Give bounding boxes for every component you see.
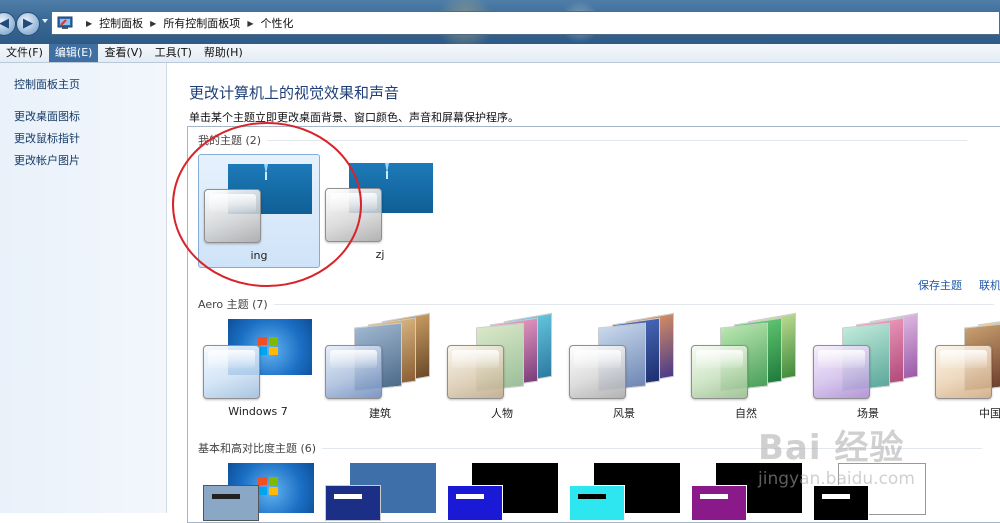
basic-themes-header-label: 基本和高对比度主题 (6) (198, 442, 317, 455)
theme-tile-architecture[interactable]: 建筑 (320, 312, 440, 429)
theme-window-color-swatch (935, 345, 992, 399)
aero-themes-header-label: Aero 主题 (7) (198, 298, 268, 311)
theme-tile-windows-7-basic[interactable] (198, 461, 318, 521)
theme-name: Windows 7 (228, 405, 288, 418)
theme-window-color-swatch (691, 485, 747, 521)
theme-tile-characters[interactable]: 人物 (442, 312, 562, 429)
menu-tools[interactable]: 工具(T) (149, 44, 198, 62)
page-title: 更改计算机上的视觉效果和声音 (189, 84, 400, 102)
change-desktop-icons-link[interactable]: 更改桌面图标 (14, 108, 80, 124)
page-subtitle: 单击某个主题立即更改桌面背景、窗口颜色、声音和屏幕保护程序。 (189, 111, 519, 124)
theme-window-color-swatch (203, 485, 259, 521)
window-titlebar: ◀ ▶ ▶ 控制面板 ▶ 所有控制面板项 ▶ 个性化 (0, 0, 1000, 44)
theme-tile-ing[interactable]: ing (198, 154, 320, 268)
theme-window-color-swatch (691, 345, 748, 399)
save-theme-link[interactable]: 保存主题 (918, 277, 962, 293)
control-panel-icon (57, 16, 73, 30)
theme-window-color-swatch (569, 485, 625, 521)
theme-tile-china[interactable]: 中国 (930, 317, 1000, 429)
divider (273, 303, 994, 305)
aero-themes-header: Aero 主题 (7) (198, 296, 994, 312)
back-button[interactable]: ◀ (0, 12, 16, 36)
breadcrumb-separator-icon[interactable]: ▶ (150, 19, 156, 28)
theme-window-color-swatch (204, 189, 261, 243)
change-account-picture-link[interactable]: 更改帐户图片 (14, 152, 80, 168)
menu-help[interactable]: 帮助(H) (198, 44, 249, 62)
theme-name: zj (375, 248, 385, 261)
theme-tile-scenes[interactable]: 场景 (808, 312, 928, 429)
change-mouse-pointers-link[interactable]: 更改鼠标指针 (14, 130, 80, 146)
theme-tile-zj[interactable]: zj (320, 154, 440, 266)
baidu-jingyan-watermark: Bai 经验 jingyan.baidu.com (758, 420, 915, 489)
forward-button[interactable]: ▶ (16, 12, 40, 36)
breadcrumb-separator-icon: ▶ (86, 18, 93, 28)
theme-window-color-swatch (325, 485, 381, 521)
theme-window-color-swatch (325, 188, 382, 242)
task-pane: 控制面板主页 更改桌面图标 更改鼠标指针 更改帐户图片 (0, 63, 167, 513)
theme-tile-high-contrast-1[interactable] (442, 461, 562, 521)
menu-bar: 文件(F) 编辑(E) 查看(V) 工具(T) 帮助(H) (0, 44, 1000, 63)
theme-window-color-swatch (813, 345, 870, 399)
address-bar[interactable]: ▶ 控制面板 ▶ 所有控制面板项 ▶ 个性化 (51, 11, 1000, 35)
theme-window-color-swatch (203, 345, 260, 399)
theme-name: 场景 (857, 407, 879, 420)
breadcrumb-separator-icon[interactable]: ▶ (247, 19, 253, 28)
theme-tile-windows-7[interactable]: Windows 7 (198, 317, 318, 429)
my-themes-header: 我的主题 (2) (198, 132, 968, 148)
get-more-themes-online-link[interactable]: 联机 (979, 277, 1000, 293)
watermark-url: jingyan.baidu.com (758, 469, 915, 489)
theme-window-color-swatch (569, 345, 626, 399)
theme-tile-landscapes[interactable]: 风景 (564, 312, 684, 429)
theme-name: 人物 (491, 407, 513, 420)
theme-window-color-swatch (325, 345, 382, 399)
my-themes-header-label: 我的主题 (2) (198, 134, 262, 147)
breadcrumb-control-panel[interactable]: 控制面板 (99, 15, 143, 31)
theme-tile-nature[interactable]: 自然 (686, 312, 806, 429)
menu-view[interactable]: 查看(V) (98, 44, 148, 62)
divider (267, 139, 968, 141)
theme-name: ing (250, 249, 268, 262)
theme-name: 风景 (613, 407, 635, 420)
recent-pages-dropdown-icon[interactable] (42, 19, 48, 23)
breadcrumb-personalization[interactable]: 个性化 (260, 15, 293, 31)
theme-name: 自然 (735, 407, 757, 420)
control-panel-home-link[interactable]: 控制面板主页 (14, 76, 80, 92)
watermark-brand: Bai 经验 (758, 428, 905, 468)
theme-tile-windows-classic[interactable] (320, 461, 440, 521)
theme-name: 中国 (979, 407, 1000, 420)
menu-file[interactable]: 文件(F) (0, 44, 49, 62)
theme-window-color-swatch (813, 485, 869, 521)
menu-edit[interactable]: 编辑(E) (48, 44, 99, 62)
theme-window-color-swatch (447, 345, 504, 399)
theme-name: 建筑 (369, 407, 391, 420)
theme-tile-high-contrast-2[interactable] (564, 461, 684, 521)
breadcrumb-all-items[interactable]: 所有控制面板项 (163, 15, 240, 31)
theme-window-color-swatch (447, 485, 503, 521)
